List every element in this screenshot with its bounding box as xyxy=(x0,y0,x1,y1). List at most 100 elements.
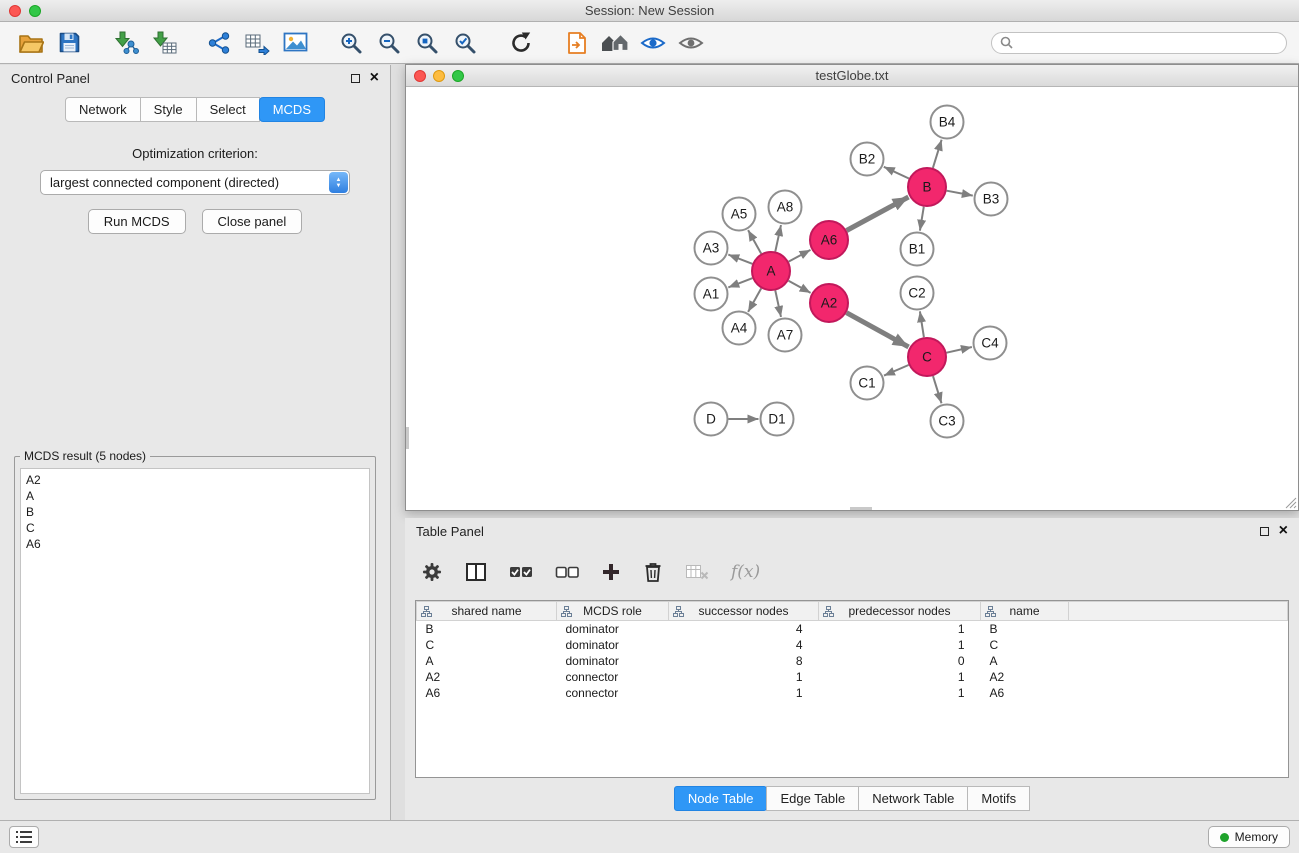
table-settings-button[interactable] xyxy=(421,561,443,583)
network-close-button[interactable] xyxy=(414,70,426,82)
delete-column-button[interactable] xyxy=(643,561,663,583)
deselect-all-button[interactable] xyxy=(555,563,579,581)
network-canvas[interactable]: B4B2BB3A8A5A6A3B1AC2A1A2A4A7C4CC1C3DD1 xyxy=(406,87,1298,510)
table-cell[interactable]: 8 xyxy=(669,653,819,669)
tab-node-table[interactable]: Node Table xyxy=(674,786,768,811)
horizontal-scroll-hint[interactable] xyxy=(850,507,872,510)
graph-node-D[interactable]: D xyxy=(695,403,728,436)
table-cell[interactable]: 1 xyxy=(819,685,981,701)
table-cell[interactable]: 1 xyxy=(669,669,819,685)
criterion-dropdown[interactable]: largest connected component (directed) ▲… xyxy=(40,170,350,195)
graph-node-A4[interactable]: A4 xyxy=(723,312,756,345)
select-all-button[interactable] xyxy=(509,563,533,581)
result-item-A2[interactable]: A2 xyxy=(26,472,364,488)
float-table-panel-icon[interactable] xyxy=(1260,527,1269,536)
table-cell[interactable]: C xyxy=(981,637,1069,653)
graph-node-A[interactable]: A xyxy=(752,252,790,290)
table-cell[interactable]: A2 xyxy=(981,669,1069,685)
mcds-result-list[interactable]: A2ABCA6 xyxy=(20,468,370,794)
graph-node-C3[interactable]: C3 xyxy=(931,405,964,438)
edge-A-A1[interactable] xyxy=(728,278,752,287)
table-cell[interactable]: dominator xyxy=(557,621,669,637)
table-cell[interactable]: 1 xyxy=(819,669,981,685)
graph-node-C2[interactable]: C2 xyxy=(901,277,934,310)
edge-A-A2[interactable] xyxy=(789,281,811,293)
network-minimize-button[interactable] xyxy=(433,70,445,82)
export-image-button[interactable] xyxy=(276,27,314,59)
edge-C-C1[interactable] xyxy=(884,365,909,376)
show-hide-button[interactable] xyxy=(672,27,710,59)
table-cell[interactable]: 1 xyxy=(669,685,819,701)
network-zoom-button[interactable] xyxy=(452,70,464,82)
delete-table-button[interactable] xyxy=(685,562,709,582)
task-history-button[interactable] xyxy=(9,826,39,848)
edge-B-B1[interactable] xyxy=(920,207,924,231)
network-window-titlebar[interactable]: testGlobe.txt xyxy=(406,65,1298,87)
graph-node-B2[interactable]: B2 xyxy=(851,143,884,176)
close-window-button[interactable] xyxy=(9,5,21,17)
open-session-file-button[interactable] xyxy=(558,27,596,59)
edge-A-A6[interactable] xyxy=(789,250,811,262)
table-cell[interactable]: dominator xyxy=(557,637,669,653)
result-item-A[interactable]: A xyxy=(26,488,364,504)
tab-mcds[interactable]: MCDS xyxy=(259,97,325,122)
table-cell[interactable]: B xyxy=(981,621,1069,637)
graph-node-A6[interactable]: A6 xyxy=(810,221,848,259)
table-row-C[interactable]: Cdominator41C xyxy=(417,637,1288,653)
resize-handle[interactable] xyxy=(1285,497,1297,509)
home-layout-button[interactable] xyxy=(596,27,634,59)
search-input[interactable] xyxy=(1018,36,1278,50)
zoom-window-button[interactable] xyxy=(29,5,41,17)
table-cell[interactable]: B xyxy=(417,621,557,637)
table-cell[interactable]: connector xyxy=(557,685,669,701)
edge-A-A7[interactable] xyxy=(775,291,781,317)
table-row-A[interactable]: Adominator80A xyxy=(417,653,1288,669)
main-titlebar[interactable]: Session: New Session xyxy=(0,0,1299,22)
float-panel-icon[interactable] xyxy=(351,74,360,83)
graph-node-C[interactable]: C xyxy=(908,338,946,376)
table-cell[interactable]: dominator xyxy=(557,653,669,669)
table-cell[interactable]: A xyxy=(417,653,557,669)
save-session-button[interactable] xyxy=(50,27,88,59)
table-row-A6[interactable]: A6connector11A6 xyxy=(417,685,1288,701)
graph-node-A2[interactable]: A2 xyxy=(810,284,848,322)
table-row-B[interactable]: Bdominator41B xyxy=(417,621,1288,637)
result-item-A6[interactable]: A6 xyxy=(26,536,364,552)
tab-network[interactable]: Network xyxy=(65,97,141,122)
zoom-out-button[interactable] xyxy=(370,27,408,59)
node-table[interactable]: shared nameMCDS rolesuccessor nodesprede… xyxy=(415,600,1289,778)
column-header-successor-nodes[interactable]: successor nodes xyxy=(669,602,819,621)
refresh-button[interactable] xyxy=(502,27,540,59)
graph-node-B3[interactable]: B3 xyxy=(975,183,1008,216)
table-cell[interactable]: 4 xyxy=(669,621,819,637)
tab-select[interactable]: Select xyxy=(196,97,260,122)
zoom-in-button[interactable] xyxy=(332,27,370,59)
edge-A-A5[interactable] xyxy=(748,230,761,254)
function-builder-button[interactable]: f(x) xyxy=(731,562,760,582)
zoom-selected-button[interactable] xyxy=(446,27,484,59)
memory-button[interactable]: Memory xyxy=(1208,826,1290,848)
graph-node-A7[interactable]: A7 xyxy=(769,319,802,352)
column-header-MCDS-role[interactable]: MCDS role xyxy=(557,602,669,621)
export-network-button[interactable] xyxy=(200,27,238,59)
tab-motifs[interactable]: Motifs xyxy=(967,786,1030,811)
graph-node-C4[interactable]: C4 xyxy=(974,327,1007,360)
vertical-scroll-hint[interactable] xyxy=(406,427,409,449)
table-cell[interactable]: 1 xyxy=(819,637,981,653)
result-item-C[interactable]: C xyxy=(26,520,364,536)
table-cell[interactable]: 1 xyxy=(819,621,981,637)
show-columns-button[interactable] xyxy=(465,562,487,582)
graph-node-C1[interactable]: C1 xyxy=(851,367,884,400)
column-header-name[interactable]: name xyxy=(981,602,1069,621)
style-preview-button[interactable] xyxy=(634,27,672,59)
edge-A-A4[interactable] xyxy=(748,288,761,312)
edge-A-A8[interactable] xyxy=(775,225,781,251)
search-box[interactable] xyxy=(991,32,1287,54)
table-cell[interactable]: A6 xyxy=(417,685,557,701)
graph-node-A3[interactable]: A3 xyxy=(695,232,728,265)
close-panel-icon[interactable]: × xyxy=(370,72,379,84)
tab-style[interactable]: Style xyxy=(140,97,197,122)
table-cell[interactable]: 0 xyxy=(819,653,981,669)
table-row-A2[interactable]: A2connector11A2 xyxy=(417,669,1288,685)
network-graph[interactable]: B4B2BB3A8A5A6A3B1AC2A1A2A4A7C4CC1C3DD1 xyxy=(406,87,1298,510)
